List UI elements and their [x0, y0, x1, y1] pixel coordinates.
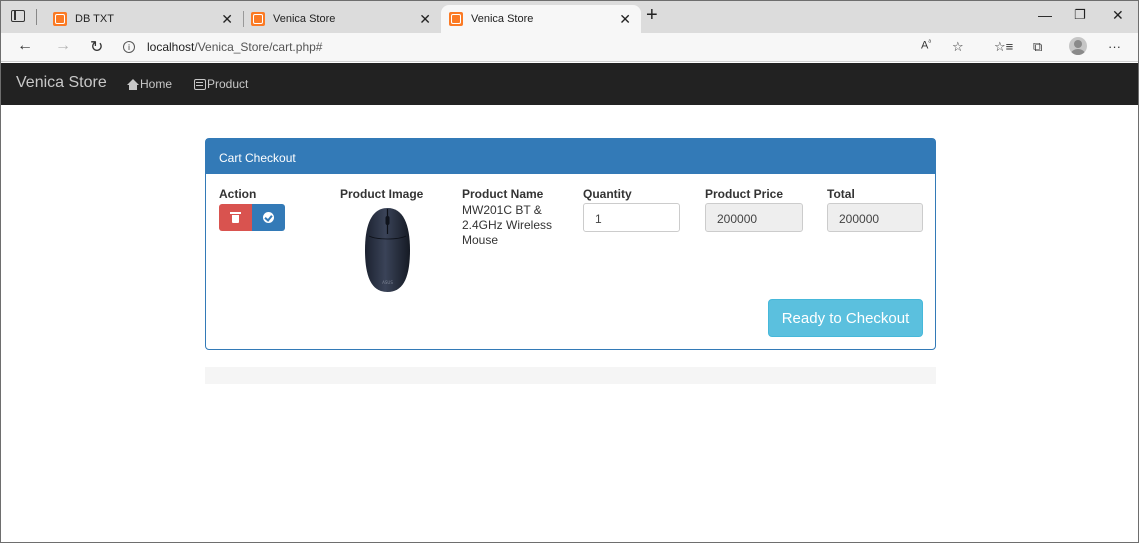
collections-icon[interactable]: ⧉: [1033, 39, 1042, 55]
close-icon[interactable]: ✕: [619, 11, 631, 28]
more-icon[interactable]: ···: [1108, 39, 1121, 54]
profile-icon[interactable]: [1069, 37, 1087, 55]
delete-item-button[interactable]: [219, 204, 252, 231]
trash-icon: [230, 212, 241, 223]
favicon-icon: [449, 12, 463, 26]
address-bar-row: ← → ↻ i localhost/Venica_Store/cart.php#…: [1, 33, 1138, 62]
brand-link[interactable]: Venica Store: [16, 74, 107, 92]
tab-venica-store-active[interactable]: Venica Store ✕: [441, 5, 641, 33]
column-price: Product Price: [705, 187, 784, 201]
tab-actions-icon[interactable]: [9, 8, 27, 24]
cart-panel: Cart Checkout Action Product Image Produ…: [205, 138, 936, 350]
product-price-field: 200000: [705, 203, 803, 232]
column-quantity: Quantity: [583, 187, 632, 201]
tab-title: DB TXT: [75, 13, 114, 25]
forward-icon[interactable]: →: [55, 37, 71, 55]
url-path: /Venica_Store/cart.php#: [194, 40, 323, 54]
read-aloud-icon[interactable]: Aᵃ: [921, 39, 931, 52]
tab-title: Venica Store: [273, 13, 336, 25]
info-icon[interactable]: i: [123, 41, 135, 53]
home-icon: [127, 78, 139, 90]
footer-well: [205, 367, 936, 384]
nav-home-link[interactable]: Home: [127, 77, 172, 91]
favorites-icon[interactable]: ☆≡: [994, 39, 1013, 55]
site-navbar: Venica Store Home Product: [1, 63, 1138, 105]
restore-icon[interactable]: ❐: [1074, 7, 1086, 23]
tab-venica-store[interactable]: Venica Store ✕: [243, 5, 441, 33]
nav-product-link[interactable]: Product: [194, 77, 248, 91]
back-icon[interactable]: ←: [17, 37, 33, 55]
close-icon[interactable]: ✕: [221, 11, 233, 28]
tab-separator: [36, 9, 37, 25]
column-name: Product Name: [462, 187, 544, 201]
ready-to-checkout-button[interactable]: Ready to Checkout: [768, 299, 923, 337]
browser-window: DB TXT ✕ Venica Store ✕ Venica Store ✕ +…: [0, 0, 1139, 543]
column-action: Action: [219, 187, 257, 201]
close-icon[interactable]: ✕: [419, 11, 431, 28]
product-icon: [194, 78, 206, 90]
refresh-icon[interactable]: ↻: [90, 37, 103, 57]
column-image: Product Image: [340, 187, 424, 201]
favicon-icon: [53, 12, 67, 26]
quantity-input[interactable]: 1: [583, 203, 680, 232]
tab-db-txt[interactable]: DB TXT ✕: [43, 5, 244, 33]
favicon-icon: [251, 12, 265, 26]
nav-home-label: Home: [140, 77, 173, 91]
product-name: MW201C BT & 2.4GHz Wireless Mouse: [462, 203, 553, 247]
total-field: 200000: [827, 203, 923, 232]
product-image: ASUS: [365, 208, 410, 292]
url-host: localhost: [147, 40, 195, 54]
tab-title: Venica Store: [471, 13, 534, 25]
svg-text:ASUS: ASUS: [382, 280, 393, 285]
add-favorite-icon[interactable]: ☆: [952, 39, 964, 55]
check-circle-icon: [263, 212, 274, 223]
nav-product-label: Product: [207, 77, 249, 91]
new-tab-icon[interactable]: +: [646, 4, 658, 27]
tab-strip: DB TXT ✕ Venica Store ✕ Venica Store ✕ +…: [1, 1, 1138, 33]
url-field[interactable]: i localhost/Venica_Store/cart.php#: [119, 36, 919, 58]
window-close-icon[interactable]: ✕: [1112, 7, 1124, 24]
panel-heading: Cart Checkout: [206, 139, 935, 174]
column-total: Total: [827, 187, 855, 201]
minimize-icon[interactable]: —: [1038, 7, 1052, 23]
update-item-button[interactable]: [252, 204, 285, 231]
